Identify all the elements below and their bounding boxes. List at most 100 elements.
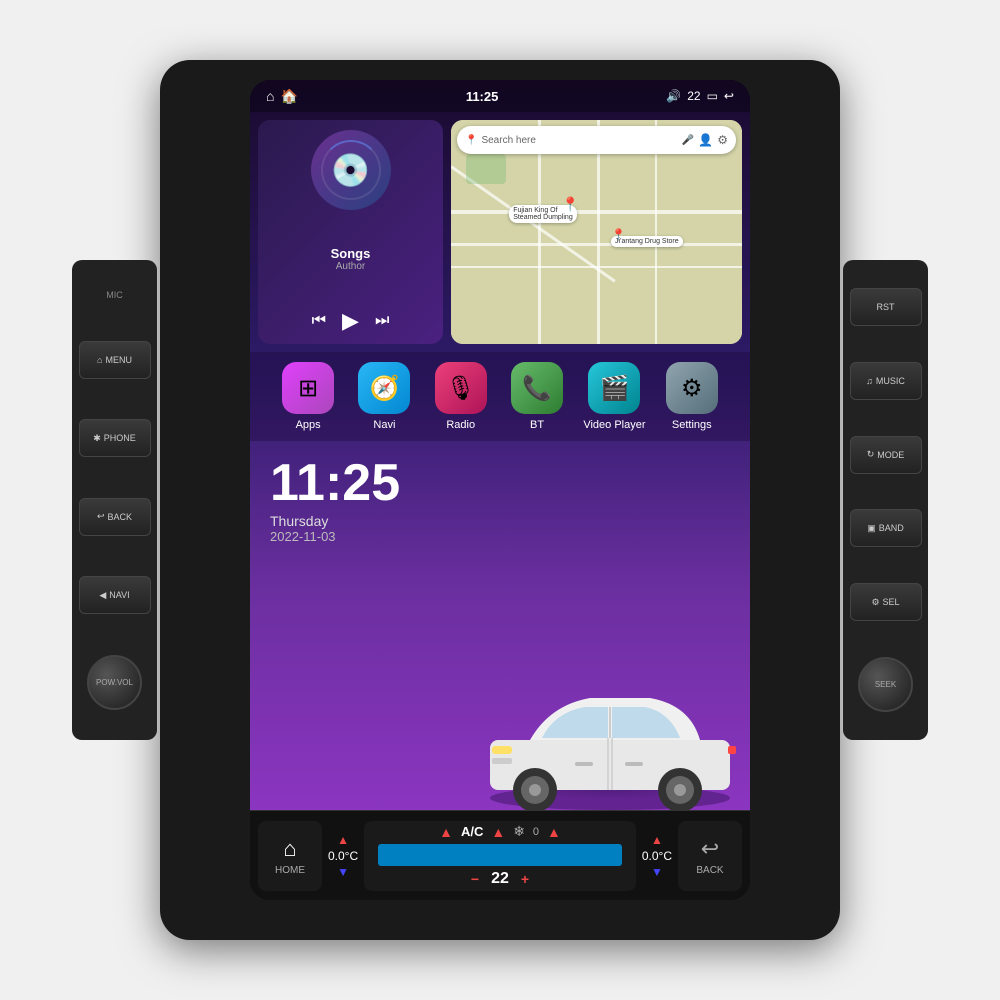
music-button[interactable]: ♫ MUSIC: [850, 362, 922, 400]
map-search-text: Search here: [481, 135, 677, 146]
car-display: [470, 650, 750, 810]
temp-ac-value: 22: [491, 870, 509, 888]
right-temp-up[interactable]: ▲: [651, 833, 663, 847]
mic-label: MIC: [106, 290, 123, 300]
prev-button[interactable]: ⏮: [312, 312, 326, 330]
ac-label: A/C: [461, 824, 483, 839]
left-temp-down[interactable]: ▼: [337, 865, 349, 879]
music-info: Songs Author: [331, 246, 371, 272]
temp-minus-btn[interactable]: −: [471, 871, 479, 887]
next-button[interactable]: ⏭: [375, 312, 389, 330]
battery-value: 22: [687, 89, 700, 103]
car-unit: MIC ⌂ MENU ✱ PHONE ↩ BACK ◀ NAVI POW.VOL…: [160, 60, 840, 940]
car-svg: [470, 650, 750, 810]
android-screen: ⌂ 🏠 11:25 🔊 22 ▭ ↩ 💿: [250, 80, 750, 810]
left-temp-up[interactable]: ▲: [337, 833, 349, 847]
top-section: 💿 Songs Author ⏮ ▶ ⏭ 📍: [250, 112, 750, 352]
map-green-area: [466, 154, 506, 184]
climate-section: ▲ A/C ▲ ❄ 0 ▲ − 22 +: [364, 821, 636, 891]
radio-label: Radio: [446, 419, 475, 431]
left-temp-value: 0.0°C: [328, 849, 358, 863]
nav-arrow-icon: ◀: [99, 590, 106, 601]
album-emoji: 💿: [331, 151, 371, 189]
bluetooth-icon: ✱: [93, 433, 101, 444]
app-video[interactable]: 🎬 Video Player: [583, 362, 645, 431]
ac-up-arrow2[interactable]: ▲: [491, 824, 505, 840]
menu-button[interactable]: ⌂ MENU: [79, 341, 151, 379]
fan-icon: ❄: [513, 823, 525, 840]
settings-label: Settings: [672, 419, 712, 431]
bt-icon: 📞: [511, 362, 563, 414]
mic-search-icon[interactable]: 🎤: [682, 135, 694, 146]
apps-icon: ⊞: [282, 362, 334, 414]
back-button[interactable]: ↩ BACK: [678, 821, 742, 891]
screen-bezel: ⌂ 🏠 11:25 🔊 22 ▭ ↩ 💿: [250, 80, 750, 900]
climate-bottom: − 22 +: [471, 870, 529, 888]
play-button[interactable]: ▶: [342, 308, 359, 334]
app-apps[interactable]: ⊞ Apps: [278, 362, 338, 431]
settings-icon: ⚙: [666, 362, 718, 414]
home-button-label: HOME: [275, 865, 305, 876]
map-widget[interactable]: 📍 Search here 🎤 👤 ⚙: [451, 120, 742, 344]
left-knob[interactable]: POW.VOL: [87, 655, 142, 710]
bottom-bar: ⌂ HOME ▲ 0.0°C ▼ ▲ A/C ▲ ❄ 0 ▲: [250, 810, 750, 900]
song-author: Author: [331, 261, 371, 272]
home-button-icon: ⌂: [283, 836, 296, 862]
phone-button[interactable]: ✱ PHONE: [79, 419, 151, 457]
app-navi[interactable]: 🧭 Navi: [354, 362, 414, 431]
song-title: Songs: [331, 246, 371, 261]
date-label: 2022-11-03: [270, 529, 400, 544]
band-icon: ▣: [867, 523, 876, 534]
sel-button[interactable]: ⚙ SEL: [850, 583, 922, 621]
right-temp-value: 0.0°C: [642, 849, 672, 863]
app-radio[interactable]: 🎙 Radio: [431, 362, 491, 431]
map-search-bar[interactable]: 📍 Search here 🎤 👤 ⚙: [457, 126, 736, 154]
temp-plus-btn[interactable]: +: [521, 871, 529, 887]
app-grid: ⊞ Apps 🧭 Navi 🎙 Radio 📞 BT 🎬 Video: [250, 352, 750, 441]
apps-status-icon[interactable]: 🏠: [280, 88, 297, 105]
left-temp-control: ▲ 0.0°C ▼: [328, 833, 358, 879]
navi-icon: 🧭: [358, 362, 410, 414]
video-icon: 🎬: [588, 362, 640, 414]
map-search-icon: 📍: [465, 135, 477, 146]
account-icon[interactable]: 👤: [698, 133, 713, 147]
screen-icon[interactable]: ▭: [707, 89, 718, 103]
music-widget: 💿 Songs Author ⏮ ▶ ⏭: [258, 120, 443, 344]
radio-icon: 🎙: [435, 362, 487, 414]
status-bar: ⌂ 🏠 11:25 🔊 22 ▭ ↩: [250, 80, 750, 112]
right-temp-control: ▲ 0.0°C ▼: [642, 833, 672, 879]
car-svg-area: [470, 650, 750, 810]
fan-up-arrow[interactable]: ▲: [547, 824, 561, 840]
status-left-icons: ⌂ 🏠: [266, 88, 298, 105]
rst-button[interactable]: RST: [850, 288, 922, 326]
app-bt[interactable]: 📞 BT: [507, 362, 567, 431]
sel-icon: ⚙: [871, 597, 879, 608]
navi-label: Navi: [373, 419, 395, 431]
day-label: Thursday: [270, 513, 400, 529]
music-icon: ♫: [866, 376, 873, 386]
back-button-label: BACK: [696, 865, 723, 876]
home-icon: ⌂: [97, 355, 102, 365]
settings-map-icon[interactable]: ⚙: [717, 133, 728, 147]
right-temp-down[interactable]: ▼: [651, 865, 663, 879]
bt-label: BT: [530, 419, 544, 431]
clock-info: 11:25 Thursday 2022-11-03: [270, 457, 400, 544]
navi-side-button[interactable]: ◀ NAVI: [79, 576, 151, 614]
back-status-icon[interactable]: ↩: [724, 89, 734, 103]
mode-button[interactable]: ↻ MODE: [850, 436, 922, 474]
left-side-panel: MIC ⌂ MENU ✱ PHONE ↩ BACK ◀ NAVI POW.VOL: [72, 260, 157, 740]
status-right-icons: 🔊 22 ▭ ↩: [666, 89, 734, 103]
app-settings[interactable]: ⚙ Settings: [662, 362, 722, 431]
back-side-button[interactable]: ↩ BACK: [79, 498, 151, 536]
music-controls: ⏮ ▶ ⏭: [312, 308, 390, 334]
home-button[interactable]: ⌂ HOME: [258, 821, 322, 891]
video-label: Video Player: [583, 419, 645, 431]
volume-icon[interactable]: 🔊: [666, 89, 681, 103]
mode-icon: ↻: [867, 449, 875, 460]
ac-up-arrow[interactable]: ▲: [439, 824, 453, 840]
right-knob[interactable]: SEEK: [858, 657, 913, 712]
home-status-icon[interactable]: ⌂: [266, 88, 274, 104]
band-button[interactable]: ▣ BAND: [850, 509, 922, 547]
back-button-icon: ↩: [701, 836, 719, 862]
ac-display: [378, 844, 623, 866]
